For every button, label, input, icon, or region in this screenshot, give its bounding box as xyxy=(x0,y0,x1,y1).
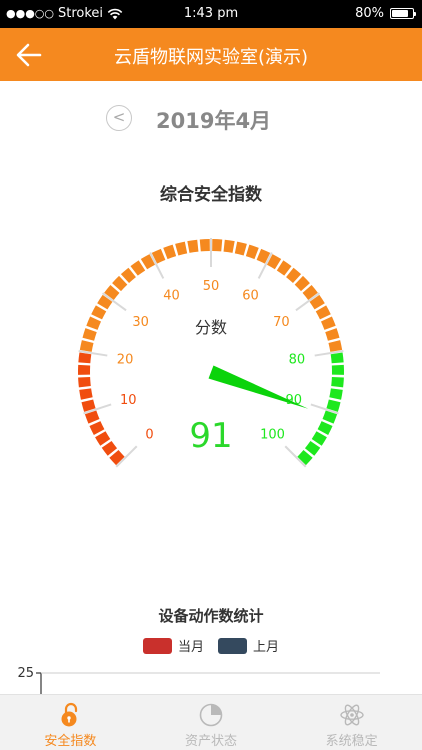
legend-item-current-month[interactable]: 当月 xyxy=(142,636,204,655)
lock-icon xyxy=(61,702,78,727)
tab-asset-status[interactable]: 资产状态 xyxy=(141,695,282,750)
gauge-band-segment xyxy=(199,239,210,252)
gauge-band-segment xyxy=(328,340,343,352)
legend-label: 上月 xyxy=(253,640,280,655)
gauge-band-segment xyxy=(315,305,331,320)
gauge-tick-label: 20 xyxy=(117,352,134,367)
gauge-band-segment xyxy=(331,376,344,388)
legend-swatch xyxy=(142,637,172,654)
tab-safety-index[interactable]: 安全指数 xyxy=(0,695,141,750)
gauge-tick-label: 70 xyxy=(273,315,290,330)
gauge-band-segment xyxy=(78,376,91,388)
battery-icon xyxy=(390,8,416,19)
gauge-band-segment xyxy=(245,244,259,260)
chart-legend: 当月 上月 xyxy=(0,636,422,655)
tab-system-stability[interactable]: 系统稳定 xyxy=(281,695,422,750)
gauge-band-segment xyxy=(77,364,91,375)
gauge-band-segment xyxy=(329,388,343,400)
tab-label: 系统稳定 xyxy=(325,734,378,749)
tab-label: 资产状态 xyxy=(185,734,238,749)
chart-title: 设备动作数统计 xyxy=(158,607,264,625)
month-selector: < 2019年4月 xyxy=(0,101,422,137)
gauge-value: 91 xyxy=(189,416,232,456)
legend-swatch xyxy=(218,637,247,654)
gauge-tick-label: 0 xyxy=(145,428,153,443)
gauge-band-segment xyxy=(331,364,345,375)
y-axis-top-label: 25 xyxy=(17,666,34,681)
legend-label: 当月 xyxy=(177,640,204,655)
gauge-band-segment xyxy=(330,352,344,364)
gauge-tick-label: 50 xyxy=(203,279,220,294)
gauge-tick-label: 100 xyxy=(260,428,285,443)
gauge-band-segment xyxy=(187,239,199,253)
previous-month-button[interactable]: < xyxy=(106,105,132,131)
status-bar: ●●●○○ Strokei 1:43 pm 80% xyxy=(0,0,422,28)
status-right: 80% xyxy=(355,6,416,21)
tab-bar: 安全指数 资产状态 系统稳定 xyxy=(0,694,422,750)
month-label: 2019年4月 xyxy=(156,109,272,133)
page-title: 云盾物联网实验室(演示) xyxy=(113,47,309,68)
pie-chart-icon xyxy=(199,703,223,727)
gauge-band-segment xyxy=(82,328,97,341)
gauge-band-segment xyxy=(89,421,105,435)
atom-icon xyxy=(339,704,364,726)
gauge-band-segment xyxy=(320,316,336,330)
tab-label: 安全指数 xyxy=(44,734,97,749)
gauge-band-segment xyxy=(175,241,188,256)
gauge-tick-label: 80 xyxy=(289,352,306,367)
gauge-band-segment xyxy=(79,388,93,400)
gauge-band-segment xyxy=(234,241,247,256)
battery-fill xyxy=(392,10,408,17)
gauge-band-segment xyxy=(79,340,94,352)
battery-percent: 80% xyxy=(355,6,384,21)
gauge-tick-label: 40 xyxy=(163,288,180,303)
legend-item-last-month[interactable]: 上月 xyxy=(218,636,279,655)
gauge-tick-label: 60 xyxy=(242,288,259,303)
gauge-band-segment xyxy=(223,239,235,253)
safety-index-gauge: 0102030405060708090100分数91 xyxy=(77,238,345,468)
gauge-band-segment xyxy=(325,328,340,341)
gauge-tick-label: 10 xyxy=(120,393,137,408)
gauge-band-segment xyxy=(317,421,333,435)
gauge-needle xyxy=(208,365,309,409)
gauge-band-segment xyxy=(86,316,102,330)
gauge-tick-label: 30 xyxy=(132,315,149,330)
gauge-center-label: 分数 xyxy=(195,318,227,337)
gauge-band-segment xyxy=(91,305,107,320)
gauge-band-segment xyxy=(212,239,223,252)
navigation-bar: 云盾物联网实验室(演示) xyxy=(0,28,422,81)
gauge-band-segment xyxy=(163,244,177,260)
gauge-band-segment xyxy=(78,352,92,364)
